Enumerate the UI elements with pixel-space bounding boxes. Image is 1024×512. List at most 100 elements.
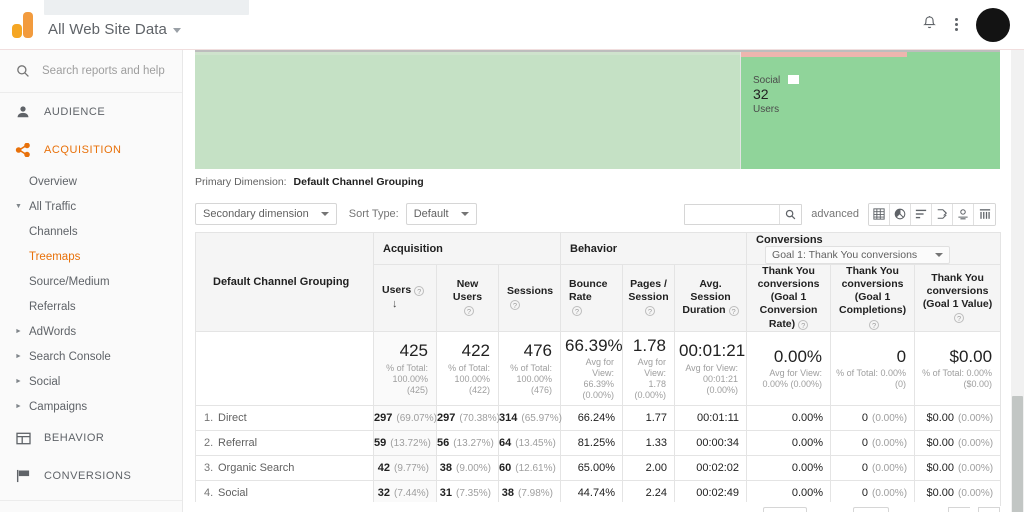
table-row[interactable]: 3. Organic Search 42 (9.77%) 38 (9.00%) 60(… — [195, 455, 1002, 482]
treemap-tile-social[interactable]: Social 32 Users — [741, 52, 1000, 169]
summary-subtext: % of Total: 100.00% (422) — [448, 362, 490, 395]
acquisition-icon — [14, 143, 32, 157]
help-icon[interactable]: ? — [798, 319, 809, 330]
avatar[interactable] — [976, 7, 1010, 42]
cell-pages-session: 1.33 — [622, 430, 675, 457]
column-header-goal-value[interactable]: Thank You conversions (Goal 1 Value)? — [914, 264, 1002, 332]
sidebar-item-search-console[interactable]: ► Search Console — [0, 344, 182, 369]
show-rows-stepper[interactable]: 10 ▲▼ — [763, 506, 807, 512]
sidebar-item-treemaps[interactable]: Treemaps — [0, 244, 182, 269]
sidebar-item-acquisition[interactable]: ACQUISITION — [0, 131, 182, 169]
sidebar-item-conversions[interactable]: CONVERSIONS — [0, 457, 182, 495]
sidebar-item-all-traffic[interactable]: ▼ All Traffic — [0, 194, 182, 219]
row-name-link[interactable]: Organic Search — [218, 462, 294, 474]
goto-input[interactable] — [852, 506, 889, 512]
next-page-button[interactable]: › — [978, 506, 1000, 512]
column-header-goal-completions[interactable]: Thank You conversions (Goal 1 Completion… — [830, 264, 916, 332]
cell-new-users: 56 (13.27%) — [436, 430, 499, 457]
summary-value: 422 — [461, 341, 490, 361]
cell-pct: (13.45%) — [515, 438, 556, 450]
sidebar-item-campaigns[interactable]: ► Campaigns — [0, 394, 182, 419]
cell-pct: (70.38%) — [459, 413, 500, 425]
summary-value: 1.78 — [632, 335, 666, 355]
person-icon — [14, 105, 32, 119]
bell-icon[interactable] — [922, 15, 937, 34]
column-header-bounce-rate[interactable]: Bounce Rate? — [560, 264, 623, 332]
sidebar-item-channels[interactable]: Channels — [0, 219, 182, 244]
column-header-pages-session[interactable]: Pages / Session? — [622, 264, 675, 332]
sidebar-item-label: Channels — [29, 225, 78, 238]
top-search-field[interactable] — [44, 0, 249, 15]
group-header-conversions: Conversions Goal 1: Thank You conversion… — [746, 232, 1002, 265]
help-icon[interactable]: ? — [464, 306, 474, 317]
help-icon[interactable]: ? — [510, 299, 520, 310]
chevron-down-icon — [320, 212, 329, 216]
column-header-sessions[interactable]: Sessions? — [498, 264, 561, 332]
account-title[interactable]: All Web Site Data — [46, 21, 249, 38]
summary-cell-new-users: 422 % of Total: 100.00% (422) — [436, 330, 499, 407]
column-header-users[interactable]: Users ? ↓ — [373, 264, 437, 332]
cell-pct: (0.00%) — [958, 413, 994, 425]
cell-avg-duration: 00:02:02 — [673, 455, 748, 482]
scrollbar-thumb[interactable] — [1012, 396, 1023, 512]
treemap-tile-label: Social — [753, 74, 800, 86]
sidebar-item-audience[interactable]: AUDIENCE — [0, 93, 182, 131]
row-name-link[interactable]: Referral — [218, 437, 257, 449]
group-header-acquisition: Acquisition — [373, 232, 561, 265]
advanced-link[interactable]: advanced — [811, 208, 859, 220]
sidebar-search[interactable]: Search reports and help — [0, 50, 182, 93]
search-input[interactable] — [685, 204, 780, 224]
pie-chart-view-icon[interactable] — [890, 203, 911, 225]
sidebar-item-source-medium[interactable]: Source/Medium — [0, 269, 182, 294]
primary-dimension-value[interactable]: Default Channel Grouping — [294, 176, 424, 188]
row-name-link[interactable]: Social — [218, 487, 248, 499]
sidebar-item-label: AUDIENCE — [44, 106, 106, 118]
sidebar: Search reports and help AUDIENCE ACQUISI… — [0, 50, 183, 512]
performance-view-icon[interactable] — [911, 203, 932, 225]
column-header-new-users[interactable]: New Users? — [436, 264, 499, 332]
sidebar-item-label: ACQUISITION — [44, 144, 122, 156]
sidebar-item-referrals[interactable]: Referrals — [0, 294, 182, 319]
cell-bounce-rate: 81.25% — [560, 430, 623, 457]
row-name-link[interactable]: Direct — [218, 412, 247, 424]
sidebar-item-social[interactable]: ► Social — [0, 369, 182, 394]
table-view-icon[interactable] — [869, 203, 890, 225]
note-icon[interactable] — [788, 75, 800, 84]
summary-row-spacer — [195, 330, 374, 407]
column-header-goal-conversion-rate[interactable]: Thank You conversions (Goal 1 Conversion… — [746, 264, 832, 332]
help-icon[interactable]: ? — [869, 319, 880, 330]
sidebar-item-discover[interactable]: DISCOVER — [0, 506, 182, 512]
cell-pct: (12.61%) — [515, 463, 556, 475]
prev-page-button[interactable]: ‹ — [948, 506, 970, 512]
cell-value: 56 — [437, 437, 450, 450]
cell-pct: (0.00%) — [958, 463, 994, 475]
treemap-tile[interactable] — [195, 52, 740, 169]
sidebar-item-adwords[interactable]: ► AdWords — [0, 319, 182, 344]
help-icon[interactable]: ? — [414, 286, 425, 297]
pivot-view-icon[interactable] — [974, 203, 995, 225]
help-icon[interactable]: ? — [728, 306, 739, 317]
help-icon[interactable]: ? — [645, 306, 655, 317]
sort-type-button[interactable]: Default — [405, 203, 477, 225]
caret-down-icon: ▼ — [15, 203, 22, 210]
sidebar-item-overview[interactable]: Overview — [0, 169, 182, 194]
table-search-box[interactable] — [684, 203, 803, 225]
search-icon[interactable] — [779, 204, 801, 224]
help-icon[interactable]: ? — [954, 312, 965, 323]
vertical-scrollbar[interactable] — [1011, 100, 1024, 512]
sidebar-item-behavior[interactable]: BEHAVIOR — [0, 419, 182, 457]
google-analytics-logo-icon[interactable] — [0, 11, 46, 38]
goal-selector[interactable]: Goal 1: Thank You conversions — [765, 245, 951, 264]
secondary-dimension-button[interactable]: Secondary dimension — [195, 203, 337, 225]
table-row[interactable]: 2. Referral 59 (13.72%) 56 (13.27%) 64 (13.4… — [195, 430, 1002, 457]
dimension-header[interactable]: Default Channel Grouping — [195, 232, 374, 332]
cell-pct: (0.00%) — [872, 413, 908, 425]
term-cloud-view-icon[interactable] — [953, 203, 974, 225]
column-header-avg-session-duration[interactable]: Avg. Session Duration? — [673, 264, 748, 332]
kebab-menu-icon[interactable] — [955, 18, 958, 31]
comparison-view-icon[interactable] — [932, 203, 953, 225]
table-row[interactable]: 1. Direct 297 (69.07%) 297 (70.38%) 314 (65.… — [195, 405, 1002, 432]
row-rank: 4. — [204, 487, 214, 500]
help-icon[interactable]: ? — [572, 306, 582, 317]
cell-new-users: 38 (9.00%) — [436, 455, 499, 482]
